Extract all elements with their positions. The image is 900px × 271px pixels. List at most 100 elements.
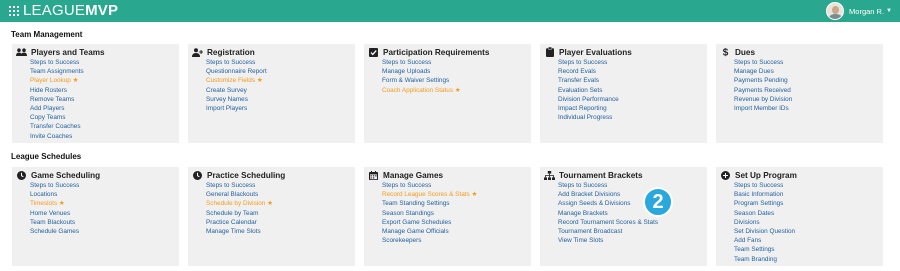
link-label: Questionnaire Report	[206, 68, 267, 76]
link-steps-to-success[interactable]: Steps to Success	[558, 181, 658, 190]
link-team-settings[interactable]: Team Settings	[734, 245, 795, 254]
link-individual-progress[interactable]: Individual Progress	[558, 113, 619, 122]
link-label: Timeslots	[30, 200, 58, 208]
link-player-lookup[interactable]: Player Lookup ★	[30, 76, 84, 85]
link-steps-to-success[interactable]: Steps to Success	[206, 58, 267, 67]
link-transfer-coaches[interactable]: Transfer Coaches	[30, 122, 84, 131]
link-schedule-by-division[interactable]: Schedule by Division ★	[206, 199, 273, 208]
link-season-standings[interactable]: Season Standings	[382, 209, 477, 218]
link-label: Schedule by Division	[206, 200, 266, 208]
star-icon: ★	[70, 77, 79, 85]
link-label: Add Players	[30, 105, 65, 113]
link-label: Practice Calendar	[206, 218, 257, 226]
user-plus-icon	[192, 47, 203, 57]
link-create-survey[interactable]: Create Survey	[206, 86, 267, 95]
link-manage-brackets[interactable]: Manage Brackets	[558, 209, 658, 218]
link-remove-teams[interactable]: Remove Teams	[30, 95, 84, 104]
card-title: Player Evaluations	[559, 47, 632, 57]
link-add-fans[interactable]: Add Fans	[734, 236, 795, 245]
link-survey-names[interactable]: Survey Names	[206, 95, 267, 104]
link-division-performance[interactable]: Division Performance	[558, 95, 619, 104]
link-revenue-by-division[interactable]: Revenue by Division	[734, 95, 792, 104]
card-title: Practice Scheduling	[207, 170, 286, 180]
link-label: Divisions	[734, 218, 760, 226]
link-practice-calendar[interactable]: Practice Calendar	[206, 218, 273, 227]
link-team-blackouts[interactable]: Team Blackouts	[30, 218, 79, 227]
link-manage-dues[interactable]: Manage Dues	[734, 67, 792, 76]
link-evaluation-sets[interactable]: Evaluation Sets	[558, 86, 619, 95]
link-label: Team Branding	[734, 255, 777, 263]
league-mvp-logo[interactable]: LEAGUEMVP	[23, 0, 118, 22]
link-invite-coaches[interactable]: Invite Coaches	[30, 132, 84, 141]
link-schedule-by-team[interactable]: Schedule by Team	[206, 209, 273, 218]
link-list: Steps to Success Questionnaire Report Cust…	[206, 58, 267, 113]
link-team-assignments[interactable]: Team Assignments	[30, 67, 84, 76]
link-label: Team Settings	[734, 246, 775, 254]
link-record-tournament-scores-stats[interactable]: Record Tournament Scores & Stats	[558, 218, 658, 227]
link-set-division-question[interactable]: Set Division Question	[734, 227, 795, 236]
link-program-settings[interactable]: Program Settings	[734, 199, 795, 208]
link-steps-to-success[interactable]: Steps to Success	[558, 58, 619, 67]
link-transfer-evals[interactable]: Transfer Evals	[558, 76, 619, 85]
app-grid-icon[interactable]	[9, 6, 19, 16]
link-general-blackouts[interactable]: General Blackouts	[206, 190, 273, 199]
link-steps-to-success[interactable]: Steps to Success	[382, 181, 477, 190]
link-list: Steps to Success Add Bracket Divisions Ass…	[558, 181, 658, 245]
link-form-waiver-settings[interactable]: Form & Waiver Settings	[382, 76, 461, 85]
link-home-venues[interactable]: Home Venues	[30, 209, 79, 218]
link-record-evals[interactable]: Record Evals	[558, 67, 619, 76]
link-season-dates[interactable]: Season Dates	[734, 209, 795, 218]
card-set-up-program: Set Up Program Steps to Success Basic Info…	[716, 167, 883, 266]
link-locations[interactable]: Locations	[30, 190, 79, 199]
link-payments-pending[interactable]: Payments Pending	[734, 76, 792, 85]
link-divisions[interactable]: Divisions	[734, 218, 795, 227]
link-steps-to-success[interactable]: Steps to Success	[206, 181, 273, 190]
link-team-standing-settings[interactable]: Team Standing Settings	[382, 199, 477, 208]
link-label: Team Standing Settings	[382, 200, 450, 208]
link-steps-to-success[interactable]: Steps to Success	[734, 181, 795, 190]
link-steps-to-success[interactable]: Steps to Success	[30, 58, 84, 67]
card-header: Player Evaluations	[544, 47, 632, 57]
star-icon: ★	[453, 86, 461, 94]
users-icon	[16, 47, 27, 57]
link-label: Steps to Success	[206, 182, 256, 189]
link-add-players[interactable]: Add Players	[30, 104, 84, 113]
link-record-league-scores-stats[interactable]: Record League Scores & Stats ★	[382, 190, 477, 199]
link-manage-game-officials[interactable]: Manage Game Officials	[382, 227, 477, 236]
link-label: Survey Names	[206, 95, 248, 103]
link-customize-fields[interactable]: Customize Fields ★	[206, 76, 267, 85]
top-nav-bar: LEAGUEMVP Morgan R. ▼	[0, 0, 900, 22]
link-manage-uploads[interactable]: Manage Uploads	[382, 67, 461, 76]
link-manage-time-slots[interactable]: Manage Time Slots	[206, 227, 273, 236]
link-view-time-slots[interactable]: View Time Slots	[558, 236, 658, 245]
link-label: Scorekeepers	[382, 237, 422, 245]
link-label: Evaluation Sets	[558, 86, 603, 94]
link-timeslots[interactable]: Timeslots ★	[30, 199, 79, 208]
card-header: Tournament Brackets	[544, 170, 643, 180]
link-label: Create Survey	[206, 86, 247, 94]
link-payments-received[interactable]: Payments Received	[734, 86, 792, 95]
link-basic-information[interactable]: Basic Information	[734, 190, 795, 199]
link-steps-to-success[interactable]: Steps to Success	[382, 58, 461, 67]
link-label: Record Tournament Scores & Stats	[558, 218, 659, 226]
link-import-players[interactable]: Import Players	[206, 104, 267, 113]
link-team-branding[interactable]: Team Branding	[734, 255, 795, 264]
card-header: Manage Games	[368, 170, 443, 180]
link-tournament-broadcast[interactable]: Tournament Broadcast	[558, 227, 658, 236]
sitemap-icon	[544, 170, 555, 180]
link-copy-teams[interactable]: Copy Teams	[30, 113, 84, 122]
link-label: Manage Brackets	[558, 209, 608, 217]
user-menu[interactable]: Morgan R. ▼	[826, 0, 892, 22]
link-schedule-games[interactable]: Schedule Games	[30, 227, 79, 236]
link-steps-to-success[interactable]: Steps to Success	[734, 58, 792, 67]
link-questionnaire-report[interactable]: Questionnaire Report	[206, 67, 267, 76]
link-impact-reporting[interactable]: Impact Reporting	[558, 104, 619, 113]
star-icon: ★	[469, 191, 478, 199]
link-import-member-ids[interactable]: Import Member IDs	[734, 104, 792, 113]
link-list: Steps to Success General Blackouts Schedul…	[206, 181, 273, 236]
link-coach-application-status[interactable]: Coach Application Status ★	[382, 86, 461, 95]
link-steps-to-success[interactable]: Steps to Success	[30, 181, 79, 190]
link-hide-rosters[interactable]: Hide Rosters	[30, 86, 84, 95]
link-scorekeepers[interactable]: Scorekeepers	[382, 236, 477, 245]
link-export-game-schedules[interactable]: Export Game Schedules	[382, 218, 477, 227]
